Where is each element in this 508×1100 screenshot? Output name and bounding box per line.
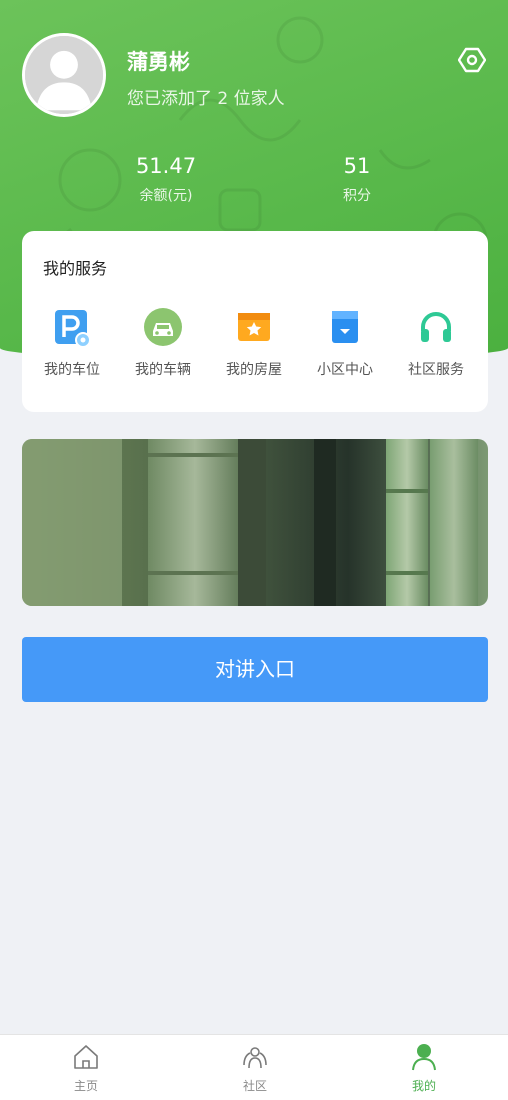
avatar-placeholder-icon [25,36,103,114]
avatar[interactable] [22,33,106,117]
parking-icon [55,310,91,347]
settings-icon[interactable] [458,46,486,74]
tab-home[interactable]: 主页 [46,1043,126,1094]
intercom-entry-button[interactable]: 对讲入口 [22,637,488,702]
service-house[interactable]: 我的房屋 [209,307,299,379]
points-value: 51 [343,154,371,178]
tab-mine[interactable]: 我的 [384,1043,464,1094]
bottom-tabbar: 主页 社区 我的 [0,1034,508,1100]
community-center-icon [332,311,358,343]
service-label: 我的车位 [44,362,100,378]
service-community-service[interactable]: 社区服务 [391,307,481,379]
service-label: 我的房屋 [226,362,282,378]
tab-label: 主页 [73,1079,98,1093]
user-icon [412,1044,436,1071]
points-stat[interactable]: 51 积分 [297,152,417,206]
community-icon [243,1047,267,1069]
service-car[interactable]: 我的车辆 [118,307,208,379]
balance-value: 51.47 [135,154,197,178]
service-label: 小区中心 [317,362,373,378]
services-title: 我的服务 [43,259,108,278]
service-label: 我的车辆 [135,362,191,378]
tab-label: 社区 [242,1079,267,1093]
user-name: 蒲勇彬 [127,50,190,74]
service-community-center[interactable]: 小区中心 [300,307,390,379]
tab-community[interactable]: 社区 [215,1043,295,1094]
service-parking[interactable]: 我的车位 [27,307,117,379]
balance-stat[interactable]: 51.47 余额(元) [106,152,226,206]
service-label: 社区服务 [408,362,464,378]
services-card: 我的服务 我的车位 我的车辆 我的房屋 小区中心 社区服务 [22,231,488,412]
car-icon [144,308,182,346]
house-icon [238,313,270,341]
balance-label: 余额(元) [139,188,193,204]
tab-label: 我的 [411,1079,436,1093]
headset-icon [421,312,451,342]
points-label: 积分 [343,188,371,204]
banner-image[interactable] [22,439,488,606]
bamboo-image [22,439,488,606]
home-icon [74,1045,98,1069]
family-count-text: 您已添加了 2 位家人 [127,89,285,109]
